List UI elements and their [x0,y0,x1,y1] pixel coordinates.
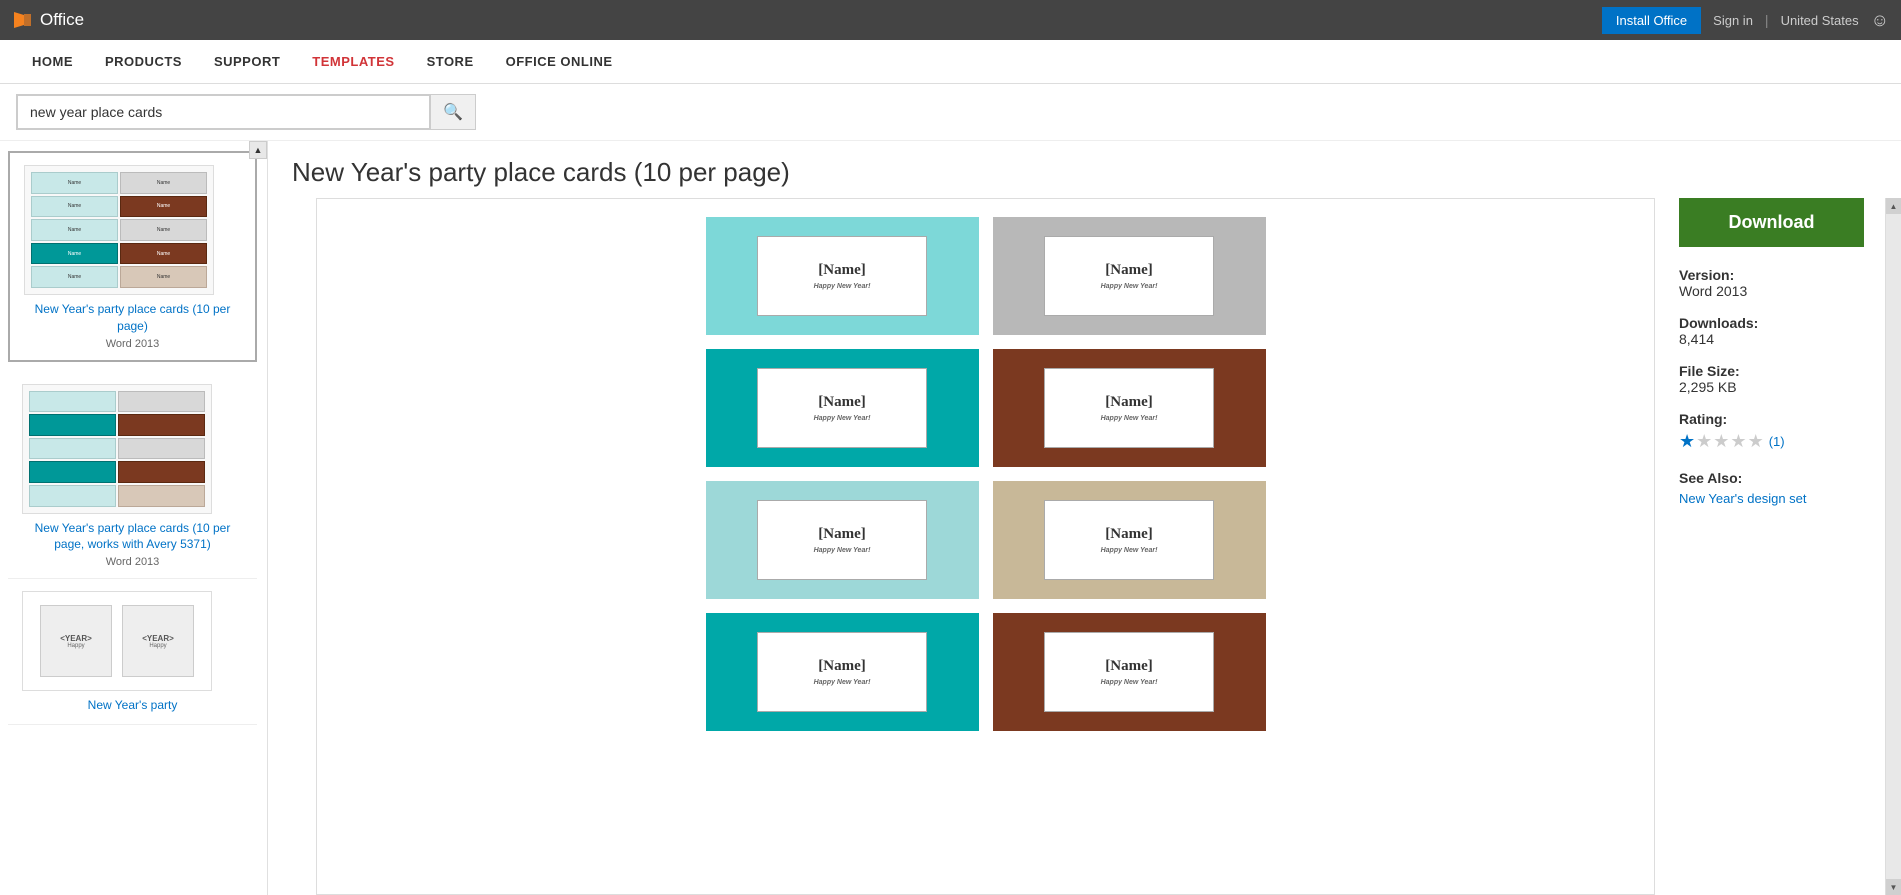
nav-item-products[interactable]: PRODUCTS [89,42,198,81]
smiley-icon[interactable]: ☺ [1871,10,1889,31]
star-5-icon: ★ [1748,431,1764,452]
right-scrollbar: ▲ ▼ [1885,198,1901,895]
sidebar-card-version-2: Word 2013 [22,556,243,568]
see-also-label: See Also: [1679,470,1861,486]
star-3-icon: ★ [1713,431,1729,452]
card-name-3: [Name] [818,394,865,411]
place-cards-grid: [Name] Happy New Year! [Name] Happy New … [706,217,1266,731]
sidebar-card-title-3: New Year's party [22,697,243,714]
place-card-6: [Name] Happy New Year! [993,481,1266,599]
content-body: [Name] Happy New Year! [Name] Happy New … [268,198,1901,895]
install-office-button[interactable]: Install Office [1602,7,1701,34]
region-selector[interactable]: United States [1781,13,1859,28]
sidebar-card-version-1: Word 2013 [24,338,241,350]
sidebar-card-title-2: New Year's party place cards (10 per pag… [22,520,243,554]
card-subtitle-3: Happy New Year! [814,415,871,422]
card-name-6: [Name] [1105,526,1152,543]
downloads-row: Downloads: 8,414 [1679,315,1861,347]
card-name-7: [Name] [818,658,865,675]
sidebar-card-2[interactable]: New Year's party place cards (10 per pag… [8,372,257,580]
card-subtitle-1: Happy New Year! [814,283,871,290]
place-card-2: [Name] Happy New Year! [993,217,1266,335]
place-card-7: [Name] Happy New Year! [706,613,979,731]
sidebar-thumbnail-3: <YEAR> Happy <YEAR> Happy [22,591,212,691]
download-button[interactable]: Download [1679,198,1864,247]
page-title-bar: New Year's party place cards (10 per pag… [268,141,1901,198]
sidebar-card-3[interactable]: <YEAR> Happy <YEAR> Happy New Year's par… [8,579,257,725]
sidebar: ▲ Name Name Name Name Name Name Name Nam… [0,141,268,895]
search-button[interactable]: 🔍 [430,95,475,129]
star-1-icon: ★ [1679,431,1695,452]
office-logo-icon [12,10,32,30]
search-input[interactable] [17,95,430,129]
signin-link[interactable]: Sign in [1713,13,1753,28]
rating-row: Rating: ★ ★ ★ ★ ★ (1) [1679,411,1861,452]
card-name-1: [Name] [818,262,865,279]
star-rating: ★ ★ ★ ★ ★ (1) [1679,431,1861,452]
sidebar-thumbnail-2 [22,384,212,514]
nav-item-support[interactable]: SUPPORT [198,42,296,81]
card-subtitle-6: Happy New Year! [1101,547,1158,554]
scroll-track [1886,214,1901,879]
rating-label: Rating: [1679,411,1861,427]
card-name-8: [Name] [1105,658,1152,675]
sidebar-scroll-up[interactable]: ▲ [249,141,267,159]
card-subtitle-7: Happy New Year! [814,679,871,686]
page-title: New Year's party place cards (10 per pag… [292,157,1877,188]
downloads-value: 8,414 [1679,331,1861,347]
filesize-label: File Size: [1679,363,1861,379]
scroll-up-btn[interactable]: ▲ [1886,198,1901,214]
filesize-row: File Size: 2,295 KB [1679,363,1861,395]
topbar-right: Install Office Sign in | United States ☺ [1602,7,1889,34]
place-card-4: [Name] Happy New Year! [993,349,1266,467]
search-form: 🔍 [16,94,476,130]
navbar: HOME PRODUCTS SUPPORT TEMPLATES STORE OF… [0,40,1901,84]
sidebar-thumbnail-1: Name Name Name Name Name Name Name Name … [24,165,214,295]
main-layout: ▲ Name Name Name Name Name Name Name Nam… [0,141,1901,895]
version-label: Version: [1679,267,1861,283]
card-subtitle-8: Happy New Year! [1101,679,1158,686]
nav-item-store[interactable]: STORE [411,42,490,81]
version-row: Version: Word 2013 [1679,267,1861,299]
card-name-4: [Name] [1105,394,1152,411]
version-value: Word 2013 [1679,283,1861,299]
card-subtitle-5: Happy New Year! [814,547,871,554]
place-card-1: [Name] Happy New Year! [706,217,979,335]
content-area: New Year's party place cards (10 per pag… [268,141,1901,895]
rating-count: (1) [1769,434,1785,449]
place-card-8: [Name] Happy New Year! [993,613,1266,731]
card-name-5: [Name] [818,526,865,543]
sidebar-card-1[interactable]: Name Name Name Name Name Name Name Name … [8,151,257,362]
topbar: Office Install Office Sign in | United S… [0,0,1901,40]
place-card-5: [Name] Happy New Year! [706,481,979,599]
nav-item-office-online[interactable]: OFFICE ONLINE [490,42,629,81]
place-card-3: [Name] Happy New Year! [706,349,979,467]
filesize-value: 2,295 KB [1679,379,1861,395]
scroll-down-btn[interactable]: ▼ [1886,879,1901,895]
card-name-2: [Name] [1105,262,1152,279]
downloads-label: Downloads: [1679,315,1861,331]
topbar-left: Office [12,10,84,30]
info-panel: Download Version: Word 2013 Downloads: 8… [1655,198,1885,895]
star-4-icon: ★ [1730,431,1746,452]
topbar-divider: | [1765,12,1769,28]
see-also-link[interactable]: New Year's design set [1679,491,1807,506]
card-subtitle-2: Happy New Year! [1101,283,1158,290]
nav-item-templates[interactable]: TEMPLATES [296,42,410,81]
office-title: Office [40,10,84,30]
star-2-icon: ★ [1696,431,1712,452]
see-also-row: See Also: New Year's design set [1679,470,1861,506]
card-subtitle-4: Happy New Year! [1101,415,1158,422]
template-preview: [Name] Happy New Year! [Name] Happy New … [316,198,1655,895]
searchbar: 🔍 [0,84,1901,141]
sidebar-card-title-1: New Year's party place cards (10 per pag… [24,301,241,335]
nav-item-home[interactable]: HOME [16,42,89,81]
